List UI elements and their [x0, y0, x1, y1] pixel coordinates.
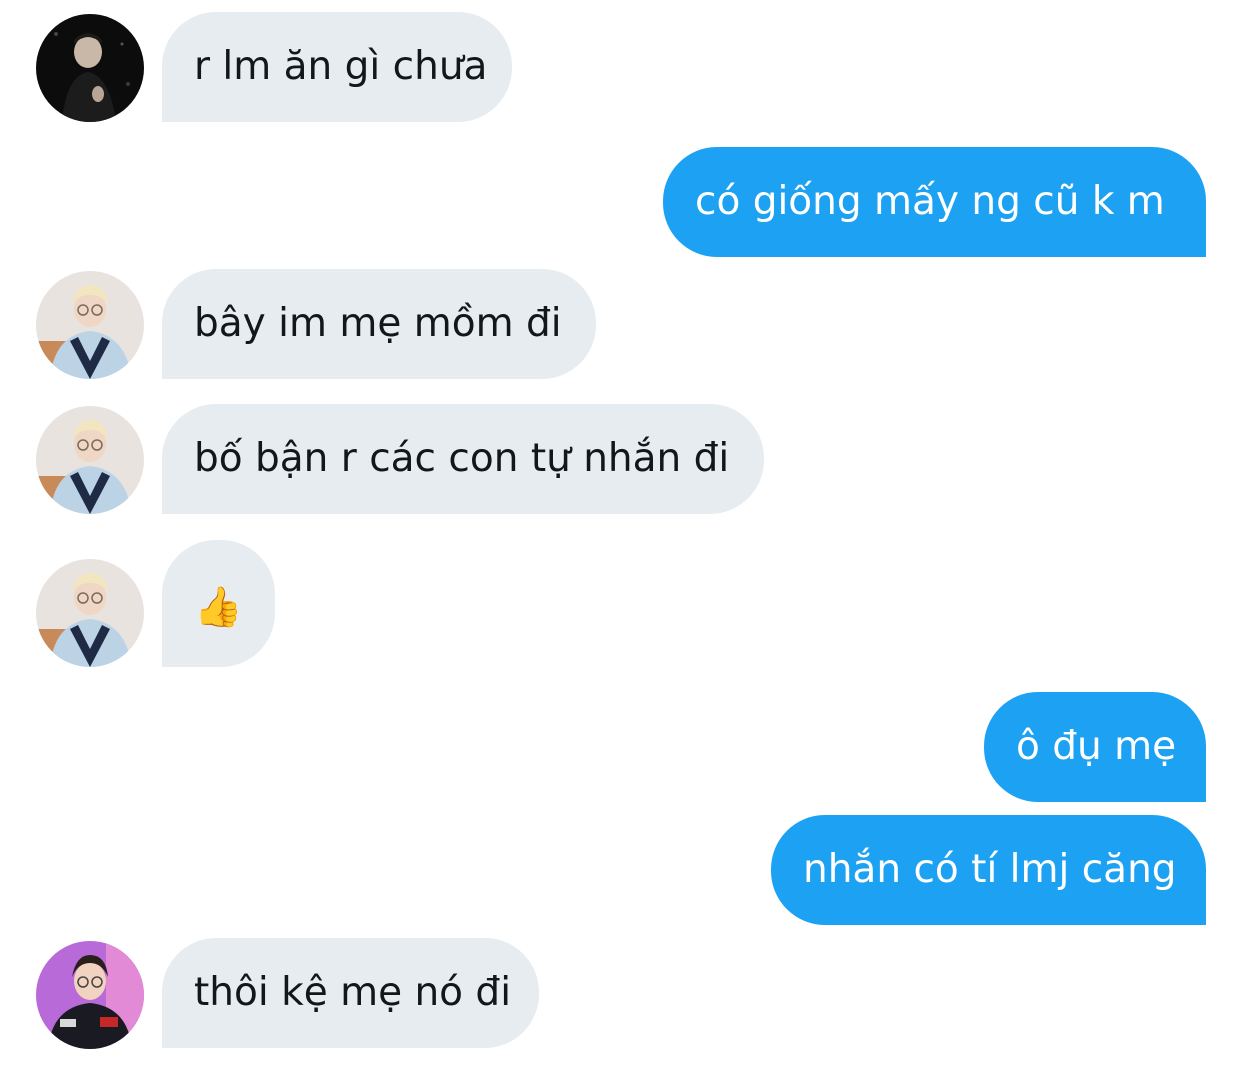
dark-user-avatar-icon — [36, 14, 144, 122]
avatar[interactable] — [36, 559, 144, 667]
blonde-user-avatar-icon — [36, 271, 144, 379]
thumbs-up-emoji: 👍 — [194, 585, 243, 630]
avatar[interactable] — [36, 14, 144, 122]
message-text: bố bận r các con tự nhắn đi — [194, 436, 730, 481]
message-bubble[interactable]: r lm ăn gì chưa — [162, 12, 512, 122]
message-text: r lm ăn gì chưa — [194, 44, 488, 89]
message-bubble[interactable]: 👍 — [162, 540, 275, 667]
message-bubble[interactable]: ô đụ mẹ — [984, 692, 1206, 802]
avatar[interactable] — [36, 406, 144, 514]
message-text: có giống mấy ng cũ k m — [695, 179, 1165, 224]
avatar[interactable] — [36, 271, 144, 379]
jersey-user-avatar-icon — [36, 941, 144, 1049]
message-text: nhắn có tí lmj căng — [803, 847, 1177, 892]
message-text: bây im mẹ mồm đi — [194, 301, 562, 346]
message-bubble[interactable]: thôi kệ mẹ nó đi — [162, 938, 539, 1048]
message-bubble[interactable]: bố bận r các con tự nhắn đi — [162, 404, 764, 514]
message-text: thôi kệ mẹ nó đi — [194, 970, 512, 1015]
blonde-user-avatar-icon — [36, 559, 144, 667]
blonde-user-avatar-icon — [36, 406, 144, 514]
message-text: ô đụ mẹ — [1016, 724, 1177, 769]
avatar[interactable] — [36, 941, 144, 1049]
message-bubble[interactable]: nhắn có tí lmj căng — [771, 815, 1206, 925]
message-bubble[interactable]: bây im mẹ mồm đi — [162, 269, 596, 379]
message-bubble[interactable]: có giống mấy ng cũ k m — [663, 147, 1206, 257]
